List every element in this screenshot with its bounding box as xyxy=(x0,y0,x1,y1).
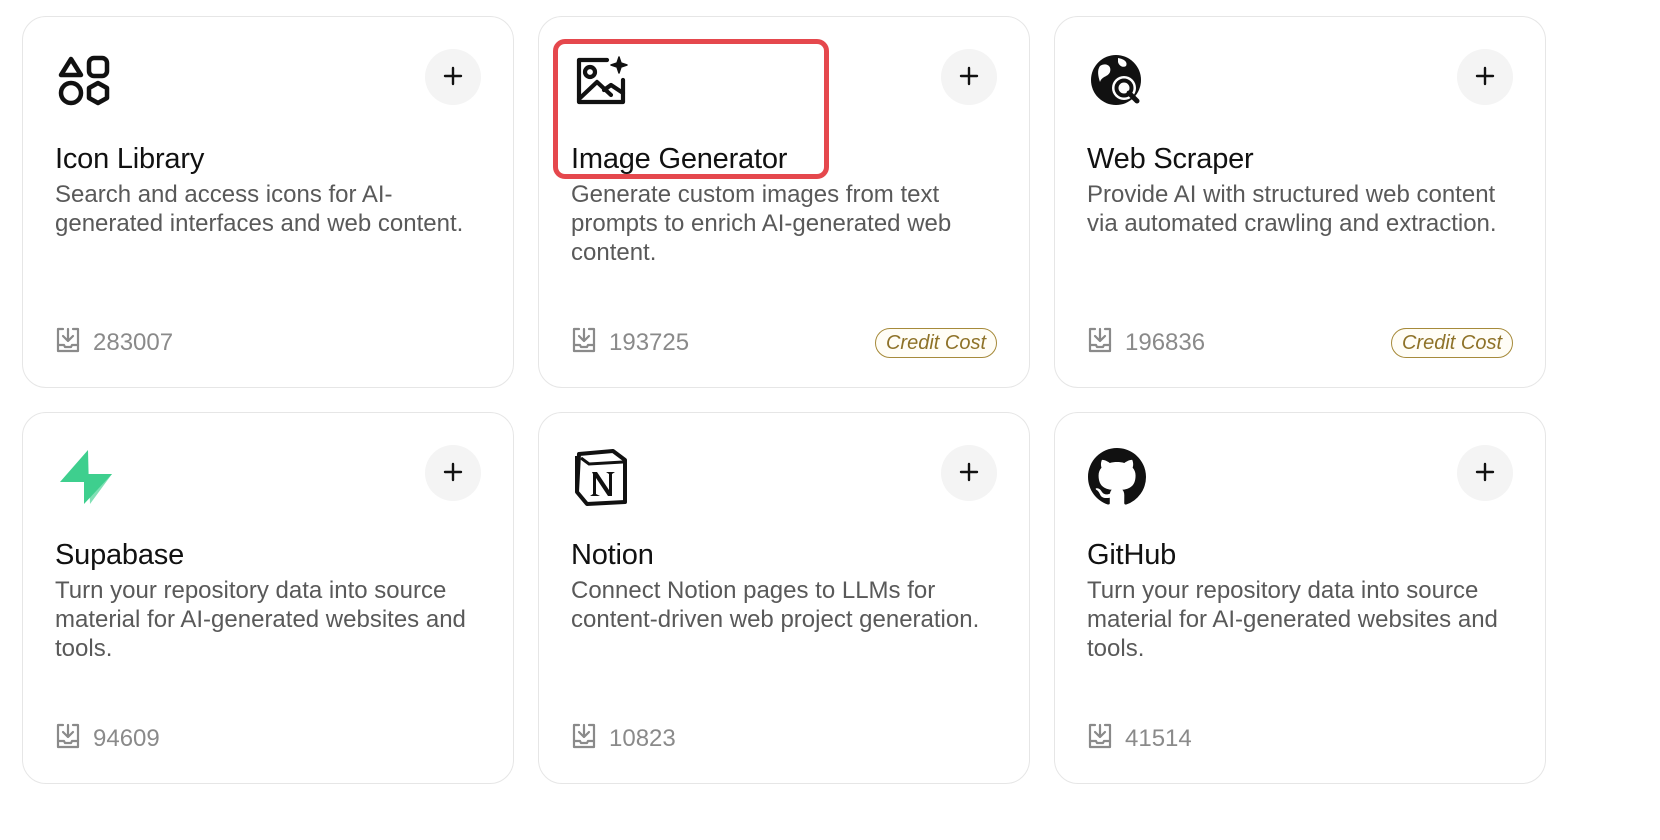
plugin-footer: 283007 xyxy=(55,325,481,361)
plugin-grid: Icon Library Search and access icons for… xyxy=(22,16,1546,784)
download-count: 196836 xyxy=(1087,326,1205,361)
plugin-title: Notion xyxy=(571,539,654,571)
download-icon xyxy=(55,326,81,361)
download-count-value: 94609 xyxy=(93,725,160,752)
plugin-title: Image Generator xyxy=(571,143,788,175)
plugin-description: Turn your repository data into source ma… xyxy=(1087,577,1498,662)
github-logo-icon xyxy=(1087,447,1147,507)
globe-search-icon xyxy=(1087,51,1147,111)
plugin-footer: 94609 xyxy=(55,721,481,757)
plugin-card-icon-library[interactable]: Icon Library Search and access icons for… xyxy=(22,16,514,388)
plus-icon xyxy=(443,66,463,89)
download-count-value: 283007 xyxy=(93,329,174,356)
download-count-value: 10823 xyxy=(609,725,676,752)
add-button[interactable] xyxy=(941,49,997,105)
add-button[interactable] xyxy=(941,445,997,501)
plugin-title: Supabase xyxy=(55,539,185,571)
add-button[interactable] xyxy=(425,445,481,501)
credit-cost-badge: Credit Cost xyxy=(1390,328,1513,358)
plus-icon xyxy=(1475,66,1495,89)
add-button[interactable] xyxy=(1457,49,1513,105)
plugin-description: Connect Notion pages to LLMs for content… xyxy=(571,577,980,633)
plugin-title: Web Scraper xyxy=(1087,143,1254,175)
plugin-title: Icon Library xyxy=(55,143,205,175)
plugin-card-image-generator[interactable]: Image Generator Generate custom images f… xyxy=(538,16,1030,388)
plugin-card-web-scraper[interactable]: Web Scraper Provide AI with structured w… xyxy=(1054,16,1546,388)
download-count: 193725 xyxy=(571,326,689,361)
download-icon xyxy=(1087,326,1113,361)
add-button[interactable] xyxy=(425,49,481,105)
download-icon xyxy=(55,722,81,757)
plus-icon xyxy=(443,462,463,485)
credit-cost-badge: Credit Cost xyxy=(874,328,997,358)
plus-icon xyxy=(959,462,979,485)
plugin-title: GitHub xyxy=(1087,539,1177,571)
download-icon xyxy=(571,326,597,361)
plugin-card-supabase[interactable]: Supabase Turn your repository data into … xyxy=(22,412,514,784)
plugin-description: Provide AI with structured web content v… xyxy=(1087,181,1497,237)
download-icon xyxy=(571,722,597,757)
plus-icon xyxy=(959,66,979,89)
plugin-card-notion[interactable]: Notion Connect Notion pages to LLMs for … xyxy=(538,412,1030,784)
plugin-footer: 196836 Credit Cost xyxy=(1087,325,1513,361)
add-button[interactable] xyxy=(1457,445,1513,501)
plugin-description: Generate custom images from text prompts… xyxy=(571,181,952,266)
shapes-icon xyxy=(55,51,115,111)
notion-logo-icon xyxy=(571,447,631,507)
plugin-footer: 10823 xyxy=(571,721,997,757)
image-sparkle-icon xyxy=(571,51,631,111)
plugin-description: Turn your repository data into source ma… xyxy=(55,577,466,662)
download-count: 10823 xyxy=(571,722,676,757)
download-count-value: 193725 xyxy=(609,329,690,356)
plugin-description: Search and access icons for AI-generated… xyxy=(55,181,464,237)
plugin-card-github[interactable]: GitHub Turn your repository data into so… xyxy=(1054,412,1546,784)
plugin-footer: 193725 Credit Cost xyxy=(571,325,997,361)
download-count: 283007 xyxy=(55,326,173,361)
download-icon xyxy=(1087,722,1113,757)
download-count: 41514 xyxy=(1087,722,1192,757)
plugin-footer: 41514 xyxy=(1087,721,1513,757)
download-count-value: 196836 xyxy=(1125,329,1206,356)
download-count: 94609 xyxy=(55,722,160,757)
supabase-logo-icon xyxy=(55,447,115,507)
plus-icon xyxy=(1475,462,1495,485)
download-count-value: 41514 xyxy=(1125,725,1192,752)
